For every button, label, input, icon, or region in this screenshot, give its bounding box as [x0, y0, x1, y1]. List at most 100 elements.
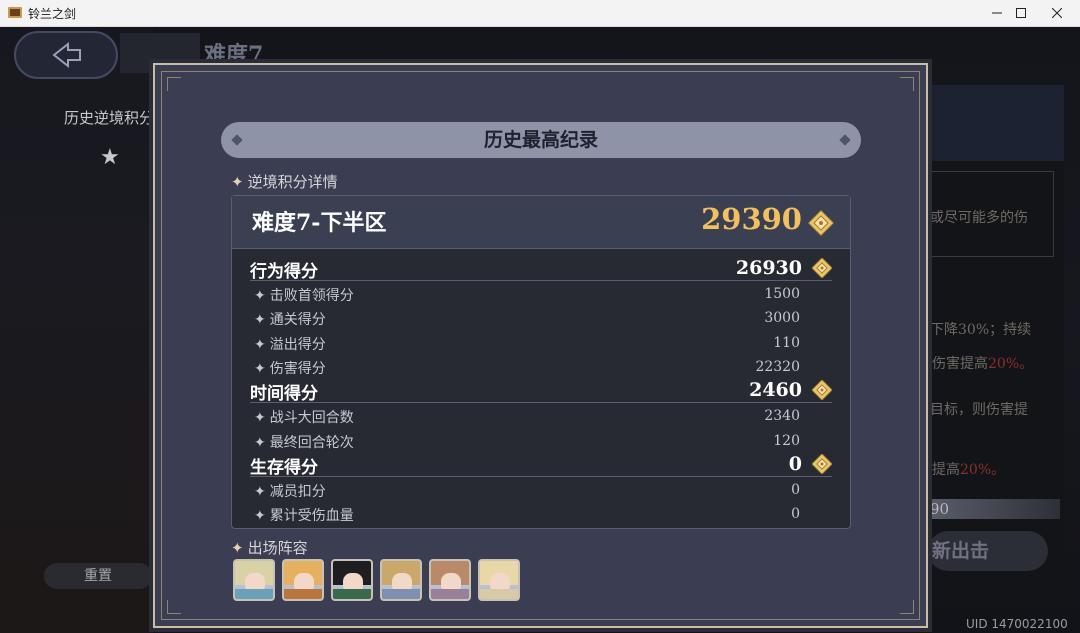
item-label: ✦ 伤害得分 [254, 358, 326, 378]
category-value: 0 [788, 452, 802, 475]
bg-desc-line-3-highlight: 20%。 [988, 356, 1034, 372]
close-icon [1052, 8, 1062, 18]
item-label: ✦ 通关得分 [254, 309, 326, 329]
bg-desc-line-3-text: 伤害提高 [932, 356, 988, 372]
bg-history-score-label: 历史逆境积分 [64, 109, 155, 127]
bg-desc-line-4: 目标，则伤害提 [930, 402, 1028, 418]
sparkle-icon: ✦ [254, 483, 266, 500]
score-item-row: ✦ 最终回合轮次 120 [250, 428, 832, 452]
item-label-text: 击败首领得分 [269, 288, 354, 304]
bg-desc-line-2: 下降30%；持续 [930, 322, 1032, 338]
score-item-row: ✦ 伤害得分 22320 [250, 354, 832, 378]
bg-desc-line-5-text: 提高 [932, 462, 960, 478]
item-label-text: 溢出得分 [269, 336, 326, 353]
sparkle-icon: ✦ [254, 434, 266, 451]
close-button[interactable] [1034, 0, 1080, 26]
character-avatar[interactable] [233, 559, 275, 601]
item-value: 1500 [764, 286, 800, 302]
category-label: 生存得分 [250, 457, 318, 478]
corner-ornament-icon [167, 77, 181, 91]
item-value: 22320 [755, 358, 800, 375]
game-viewport: 难度7 历史逆境积分 ★ 重置 或尽可能多的伤 下降30%；持续 伤害提高20%… [0, 27, 1080, 633]
modal-header-bar: 历史最高纪录 [221, 122, 861, 158]
bg-score-bar: 90 [928, 499, 1060, 519]
difficulty-zone-title: 难度7-下半区 [252, 210, 387, 236]
details-section-text: 逆境积分详情 [247, 173, 338, 191]
window-titlebar: 铃兰之剑 [0, 0, 1080, 27]
avatar-clothing [235, 589, 273, 599]
item-label-text: 累计受伤血量 [269, 508, 354, 525]
sparkle-icon: ✦ [231, 173, 244, 191]
sparkle-icon: ✦ [254, 508, 266, 525]
score-gem-icon [811, 257, 833, 279]
sparkle-icon: ✦ [254, 410, 266, 427]
item-value: 110 [773, 334, 800, 351]
item-label: ✦ 最终回合轮次 [254, 432, 354, 452]
score-item-row: ✦ 累计受伤血量 0 [250, 501, 832, 525]
bg-desc-line-3: 伤害提高20%。 [932, 353, 1033, 373]
total-score: 29390 [701, 202, 802, 236]
bg-desc-line-1: 或尽可能多的伤 [930, 210, 1028, 226]
character-avatar[interactable] [282, 559, 324, 601]
avatar-clothing [431, 589, 469, 599]
item-label: ✦ 减员扣分 [254, 481, 326, 501]
sparkle-icon: ✦ [254, 312, 266, 329]
uid-label: UID 1470022100 [966, 617, 1068, 631]
sparkle-icon: ✦ [254, 360, 266, 377]
lineup-section-text: 出场阵容 [247, 539, 308, 557]
back-button[interactable] [14, 31, 118, 79]
score-gem-icon [808, 210, 834, 236]
category-value: 26930 [735, 257, 802, 279]
sparkle-icon: ✦ [254, 288, 266, 304]
avatar-clothing [333, 589, 371, 599]
right-top-banner [930, 85, 1064, 161]
corner-ornament-icon [900, 77, 914, 91]
reset-button[interactable]: 重置 [44, 563, 152, 589]
score-item-row: ✦ 战斗大回合数 2340 [250, 403, 832, 427]
sparkle-icon: ✦ [254, 336, 266, 353]
score-category-row: 时间得分 2460 [250, 378, 833, 404]
score-item-row: ✦ 通关得分 3000 [250, 305, 832, 329]
maximize-icon [1016, 8, 1026, 18]
item-label-text: 通关得分 [269, 312, 326, 329]
character-avatar[interactable] [478, 559, 520, 601]
star-icon: ★ [100, 145, 120, 170]
score-gem-icon [811, 379, 833, 402]
score-header: 难度7-下半区 29390 [232, 196, 850, 249]
score-item-row: ✦ 减员扣分 0 [250, 477, 832, 501]
score-category-row: 行为得分 26930 [250, 256, 833, 282]
character-avatar[interactable] [380, 559, 422, 601]
score-gem-icon [811, 452, 833, 475]
score-item-row: ✦ 溢出得分 110 [250, 330, 832, 354]
category-label: 行为得分 [250, 262, 318, 282]
corner-ornament-icon [167, 600, 181, 614]
item-value: 2340 [764, 408, 800, 425]
character-avatar[interactable] [331, 559, 373, 601]
score-item-row: ✦ 击败首领得分 1500 [250, 281, 832, 305]
history-record-modal: 历史最高纪录 ✦ 逆境积分详情 难度7-下半区 29390 行为得分 26930 ✦ 击… [153, 63, 928, 628]
modal-title: 历史最高纪录 [483, 129, 598, 151]
details-section-label: ✦ 逆境积分详情 [231, 171, 338, 192]
lineup-section-label: ✦ 出场阵容 [231, 537, 308, 558]
item-label-text: 最终回合轮次 [269, 434, 354, 451]
item-label: ✦ 战斗大回合数 [254, 407, 354, 427]
item-label: ✦ 累计受伤血量 [254, 505, 354, 525]
item-label-text: 伤害得分 [269, 360, 326, 377]
item-value: 3000 [764, 310, 800, 327]
item-value: 0 [791, 506, 800, 523]
corner-ornament-icon [900, 600, 914, 614]
character-avatar[interactable] [429, 559, 471, 601]
back-arrow-icon [52, 41, 81, 69]
sparkle-icon: ✦ [231, 539, 244, 557]
avatar-clothing [382, 589, 420, 599]
score-category-row: 生存得分 0 [250, 452, 833, 478]
bg-desc-line-5: 提高20%。 [932, 459, 1005, 479]
bg-score-value: 90 [930, 500, 950, 518]
new-battle-button[interactable]: 新出击 [928, 531, 1048, 571]
item-label: ✦ 溢出得分 [254, 334, 326, 354]
right-side-panel [930, 85, 1064, 605]
score-details-box: 难度7-下半区 29390 行为得分 26930 ✦ 击败首领得分 1500 ✦ 通关得分 3… [231, 195, 851, 529]
bg-desc-line-5-highlight: 20%。 [960, 462, 1006, 478]
window-title: 铃兰之剑 [28, 7, 77, 21]
item-value: 120 [773, 432, 800, 449]
